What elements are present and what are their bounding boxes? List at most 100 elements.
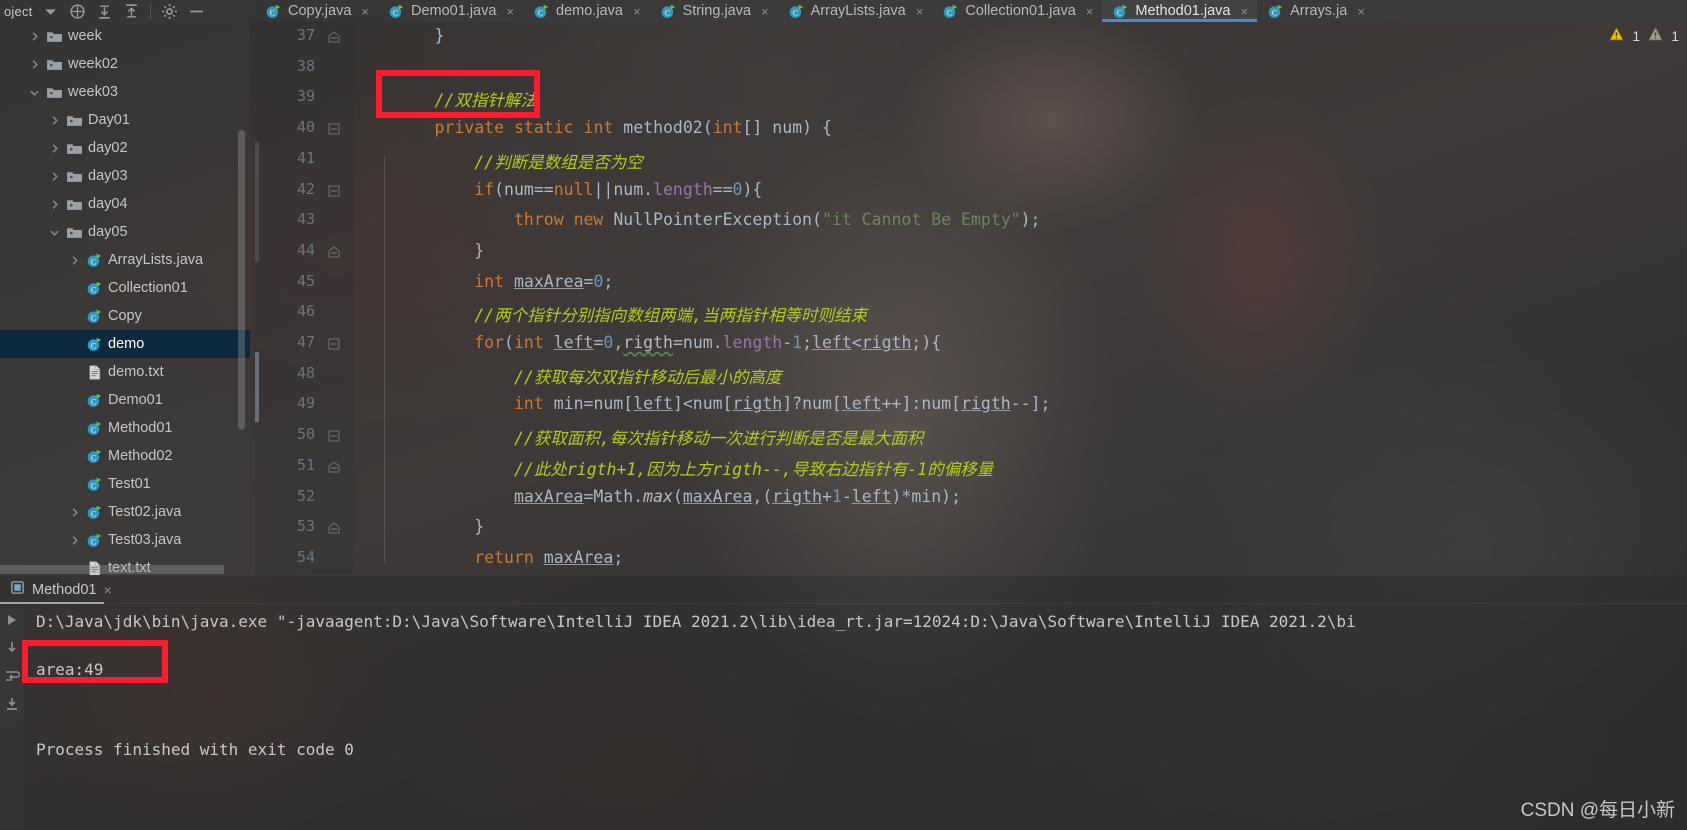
chevron-down-icon[interactable] <box>42 3 59 20</box>
tree-item-collection01[interactable]: C Collection01 <box>0 274 250 302</box>
close-icon[interactable]: × <box>916 4 924 19</box>
editor-tab-label: String.java <box>682 3 752 19</box>
editor-tab-label: demo.java <box>556 3 623 19</box>
editor-tab-arrays-ja[interactable]: C Arrays.ja × <box>1257 0 1374 22</box>
console-toolbar-rail[interactable] <box>0 606 24 830</box>
fold-start-icon[interactable] <box>327 429 341 443</box>
tree-item-test03-java[interactable]: C Test03.java <box>0 526 250 554</box>
hide-panel-icon[interactable] <box>188 3 205 20</box>
tree-item-demo01[interactable]: C Demo01 <box>0 386 250 414</box>
fold-start-icon[interactable] <box>327 337 341 351</box>
chevron-right-icon[interactable] <box>28 30 41 43</box>
tree-item-day03[interactable]: day03 <box>0 162 250 190</box>
close-icon[interactable]: × <box>761 4 769 19</box>
close-icon[interactable]: × <box>1240 4 1248 19</box>
chevron-right-icon[interactable] <box>48 142 61 155</box>
close-icon[interactable]: × <box>506 4 514 19</box>
java-class-icon: C <box>266 4 281 18</box>
tree-item-day01[interactable]: Day01 <box>0 106 250 134</box>
tree-item-method02[interactable]: C Method02 <box>0 442 250 470</box>
code-line[interactable]: if(num==null||num.length==0){ <box>355 180 762 199</box>
tree-horizontal-scrollbar[interactable] <box>0 565 224 574</box>
chevron-right-icon[interactable] <box>68 506 81 519</box>
fold-end-icon[interactable] <box>327 460 341 474</box>
stop-icon[interactable] <box>4 640 20 656</box>
chevron-down-icon[interactable] <box>28 86 41 99</box>
editor-tab-demo-java[interactable]: Cdemo.java × <box>523 0 650 22</box>
chevron-right-icon[interactable] <box>48 170 61 183</box>
editor-tab-method01-java[interactable]: C Method01.java × <box>1102 0 1258 22</box>
editor-tab-bar[interactable]: C Copy.java × C Demo01.java × Cdemo.java × C Stri… <box>255 0 1687 22</box>
collapse-all-icon[interactable] <box>96 3 113 20</box>
code-line[interactable]: for(int left=0,rigth=num.length-1;left<r… <box>355 333 941 352</box>
chevron-right-icon[interactable] <box>68 254 81 267</box>
project-tree[interactable]: week week02 week03 Day01 day02 day03 day04 day0… <box>0 22 250 575</box>
code-line[interactable]: int min=num[left]<num[rigth]?num[left++]… <box>355 394 1051 414</box>
editor-gutter[interactable]: 37 38 39 40 41 42 43 44 45 46 47 48 49 50 51 52 53 54 <box>255 22 355 575</box>
code-line[interactable]: } <box>355 26 444 45</box>
tree-item-test01[interactable]: C Test01 <box>0 470 250 498</box>
tree-item-week03[interactable]: week03 <box>0 78 250 106</box>
tree-item-method01[interactable]: C Method01 <box>0 414 250 442</box>
close-icon[interactable]: × <box>633 4 641 19</box>
code-token: "it Cannot Be Empty" <box>821 210 1021 230</box>
tree-item-day05[interactable]: day05 <box>0 218 250 246</box>
chevron-down-icon[interactable] <box>48 226 61 239</box>
scroll-to-end-icon[interactable] <box>4 696 20 712</box>
code-line[interactable]: int maxArea=0; <box>355 272 613 291</box>
chevron-right-icon[interactable] <box>68 534 81 547</box>
console-output[interactable]: D:\Java\jdk\bin\java.exe "-javaagent:D:\… <box>26 608 1687 830</box>
tree-item-test02-java[interactable]: C Test02.java <box>0 498 250 526</box>
editor-tab-arraylists-java[interactable]: C ArrayLists.java × <box>778 0 933 22</box>
chevron-right-icon[interactable] <box>28 58 41 71</box>
close-icon[interactable]: × <box>361 4 369 19</box>
code-line[interactable]: //获取每次双指针移动后最小的高度 <box>355 364 781 388</box>
line-number: 40 <box>296 118 315 137</box>
fold-end-icon[interactable] <box>327 245 341 259</box>
chevron-right-icon[interactable] <box>48 114 61 127</box>
editor-tab-copy-java[interactable]: C Copy.java × <box>255 0 378 22</box>
code-line[interactable]: //两个指针分别指向数组两端,当两指针相等时则结束 <box>355 302 867 326</box>
code-line[interactable]: //此处rigth+1,因为上方rigth--,导致右边指针有-1的偏移量 <box>355 456 993 480</box>
tree-item-label: Method01 <box>108 420 173 436</box>
code-line[interactable]: throw new NullPointerException("it Canno… <box>355 210 1041 229</box>
fold-end-icon[interactable] <box>327 30 341 44</box>
code-line[interactable]: } <box>355 517 484 536</box>
close-icon[interactable]: × <box>104 582 112 598</box>
tree-item-week02[interactable]: week02 <box>0 50 250 78</box>
settings-gear-icon[interactable] <box>161 3 178 20</box>
expand-all-icon[interactable] <box>123 3 140 20</box>
wrap-icon[interactable] <box>4 668 21 684</box>
tree-item-week[interactable]: week <box>0 22 250 50</box>
tree-item-day02[interactable]: day02 <box>0 134 250 162</box>
chevron-right-icon[interactable] <box>48 198 61 211</box>
editor-tab-demo01-java[interactable]: C Demo01.java × <box>378 0 523 22</box>
locate-icon[interactable] <box>69 3 86 20</box>
console-tab-label[interactable]: Method01 <box>32 582 97 598</box>
code-line[interactable]: maxArea=Math.max(maxArea,(rigth+1-left)*… <box>355 487 961 506</box>
tree-vertical-scrollbar[interactable] <box>238 130 245 430</box>
fold-start-icon[interactable] <box>327 184 341 198</box>
tree-item-copy[interactable]: C Copy <box>0 302 250 330</box>
rerun-icon[interactable] <box>4 612 20 628</box>
fold-end-icon[interactable] <box>327 521 341 535</box>
project-panel-title: oject <box>4 3 33 19</box>
fold-start-icon[interactable] <box>327 122 341 136</box>
code-line[interactable]: } <box>355 241 484 260</box>
console-tab-bar[interactable]: Method01 × <box>0 576 1687 604</box>
code-token: rigth <box>961 394 1011 414</box>
tree-item-demo-txt[interactable]: demo.txt <box>0 358 250 386</box>
code-line[interactable]: private static int method02(int[] num) { <box>355 118 831 137</box>
code-line[interactable]: //判断是数组是否为空 <box>355 149 642 173</box>
close-icon[interactable]: × <box>1086 4 1094 19</box>
tree-item-demo[interactable]: Cdemo <box>0 330 250 358</box>
editor-tab-string-java[interactable]: C String.java × <box>650 0 778 22</box>
close-icon[interactable]: × <box>1357 4 1365 19</box>
tree-item-arraylists-java[interactable]: C ArrayLists.java <box>0 246 250 274</box>
code-line[interactable]: //获取面积,每次指针移动一次进行判断是否是最大面积 <box>355 425 923 449</box>
tree-item-day04[interactable]: day04 <box>0 190 250 218</box>
code-line[interactable]: return maxArea; <box>355 548 623 567</box>
editor-tab-collection01-java[interactable]: C Collection01.java × <box>932 0 1102 22</box>
